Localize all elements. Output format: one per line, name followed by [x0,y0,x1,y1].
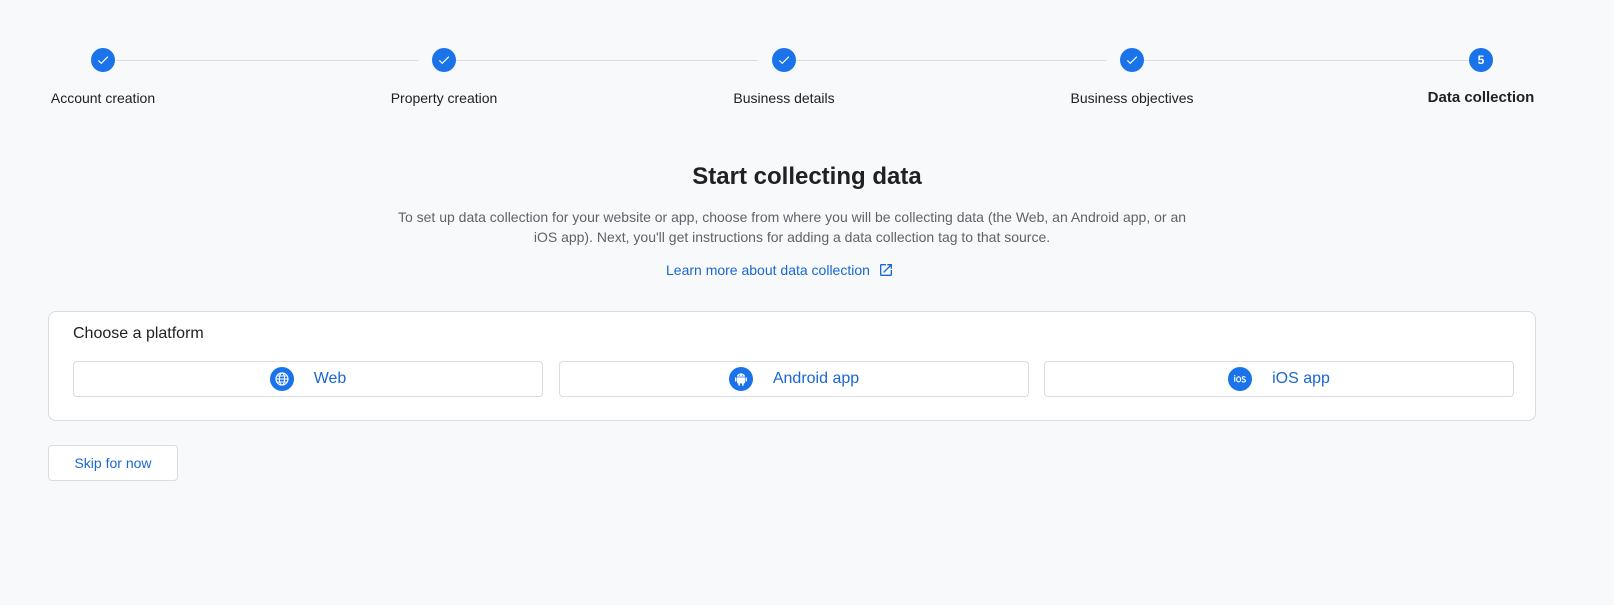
step-current-number: 5 [1469,48,1493,72]
page-title: Start collecting data [692,163,922,190]
page-description: To set up data collection for your websi… [397,209,1187,245]
ios-icon [1228,367,1253,391]
ios-platform-label: iOS app [1272,370,1330,387]
progress-stepper: 5 Account creation Property creation Bus… [0,0,1614,120]
learn-more-label: Learn more about data collection [666,262,870,278]
step-connector [1144,60,1474,61]
step-complete-check-icon [432,48,456,72]
page: 5 Account creation Property creation Bus… [0,0,1614,605]
step-connector [456,60,758,61]
step-complete-check-icon [91,48,115,72]
step-label-property-creation: Property creation [390,90,498,106]
ios-platform-button[interactable]: iOS app [1044,361,1514,397]
learn-more-link[interactable]: Learn more about data collection [666,262,894,278]
android-platform-button[interactable]: Android app [559,361,1029,397]
skip-for-now-button[interactable]: Skip for now [48,445,178,481]
open-in-new-icon [879,264,892,276]
web-platform-label: Web [313,370,347,387]
platform-card-title: Choose a platform [73,325,204,342]
platform-card: Choose a platform Web Android app iOS ap… [48,311,1536,421]
web-platform-button[interactable]: Web [73,361,543,397]
step-label-business-objectives: Business objectives [1070,90,1194,106]
step-connector [116,60,418,61]
android-icon [728,367,753,391]
android-platform-label: Android app [772,370,860,387]
step-complete-check-icon [772,48,796,72]
step-label-business-details: Business details [733,90,835,106]
step-complete-check-icon [1120,48,1144,72]
step-label-data-collection: Data collection [1427,89,1535,106]
step-connector [796,60,1106,61]
step-label-account-creation: Account creation [50,90,156,106]
globe-icon [269,367,294,391]
